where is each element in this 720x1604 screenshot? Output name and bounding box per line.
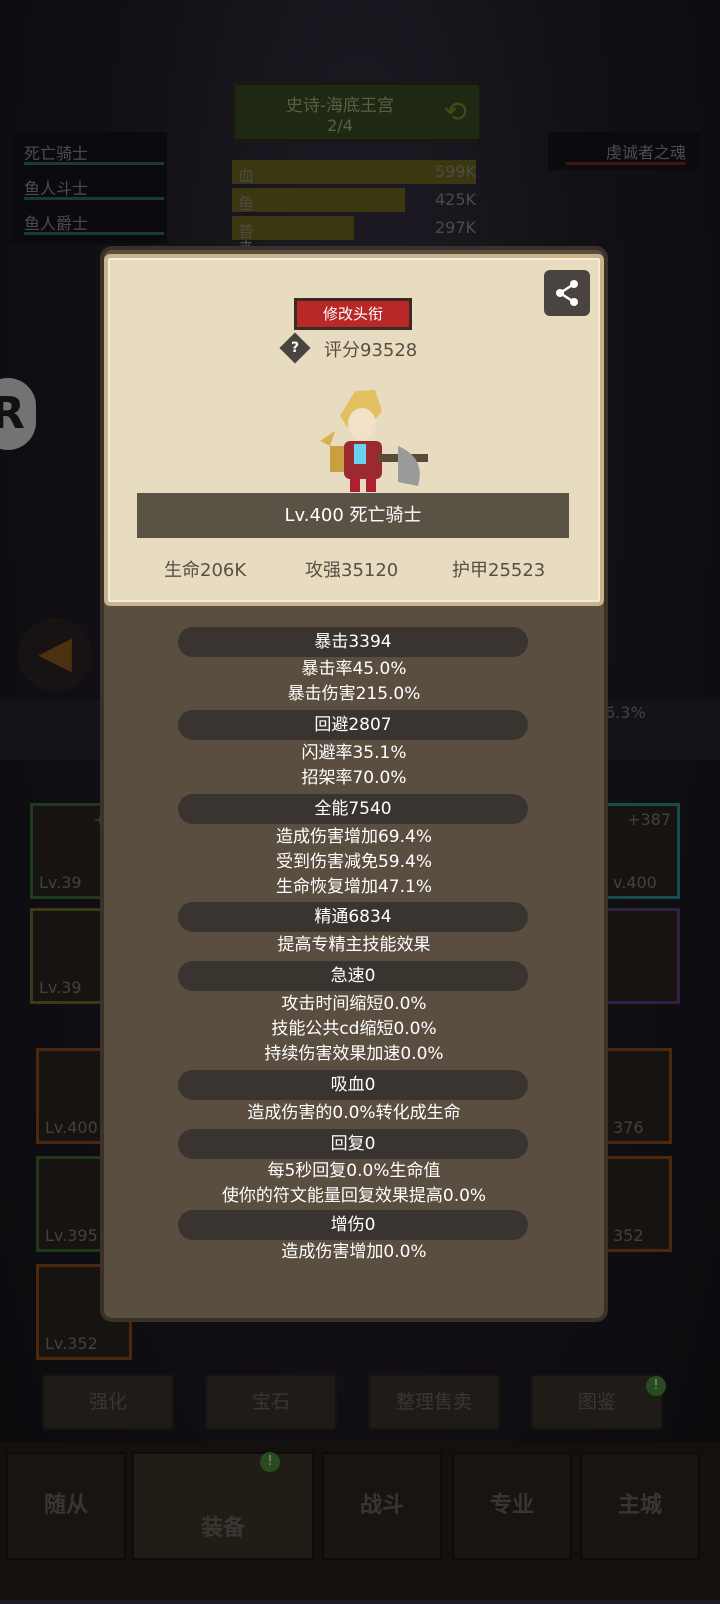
attr-regen: 回复0 [178,1129,528,1159]
attr-detail: 持续伤害效果加速0.0% [264,1044,444,1064]
attr-detail: 使你的符文能量回复效果提高0.0% [221,1186,487,1206]
edit-title-button[interactable]: 修改头衔 [294,298,412,330]
attr-leech: 吸血0 [178,1070,528,1100]
attr-detail: 每5秒回复0.0%生命值 [267,1161,441,1181]
attr-detail: 招架率70.0% [301,768,407,788]
attr-detail: 攻击时间缩短0.0% [281,994,427,1014]
hp-stat: 生命206K [164,560,247,581]
attr-detail: 造成伤害的0.0%转化成生命 [247,1103,461,1123]
hero-name-level: Lv.400 死亡骑士 [137,493,569,538]
help-icon-label: ? [290,340,300,356]
attr-detail: 暴击率45.0% [301,659,407,679]
armor-stat: 护甲25523 [452,560,546,581]
attr-detail: 受到伤害减免59.4% [275,852,432,872]
attr-damage-increase: 增伤0 [178,1210,528,1240]
attr-versatility: 全能7540 [178,794,528,824]
hero-sprite [300,386,430,494]
attr-avoidance: 回避2807 [178,710,528,740]
attr-haste: 急速0 [178,961,528,991]
attr-detail: 造成伤害增加0.0% [281,1242,427,1262]
attack-stat: 攻强35120 [305,560,399,581]
attr-detail: 造成伤害增加69.4% [275,827,432,847]
attr-detail: 暴击伤害215.0% [287,684,421,704]
attr-detail: 技能公共cd缩短0.0% [271,1019,437,1039]
attr-detail: 提高专精主技能效果 [277,935,431,955]
share-icon[interactable] [544,270,590,316]
attr-detail: 生命恢复增加47.1% [275,877,432,897]
attr-crit: 暴击3394 [178,627,528,657]
attr-detail: 闪避率35.1% [301,743,407,763]
attr-mastery: 精通6834 [178,902,528,932]
score-text: 评分93528 [324,340,418,361]
